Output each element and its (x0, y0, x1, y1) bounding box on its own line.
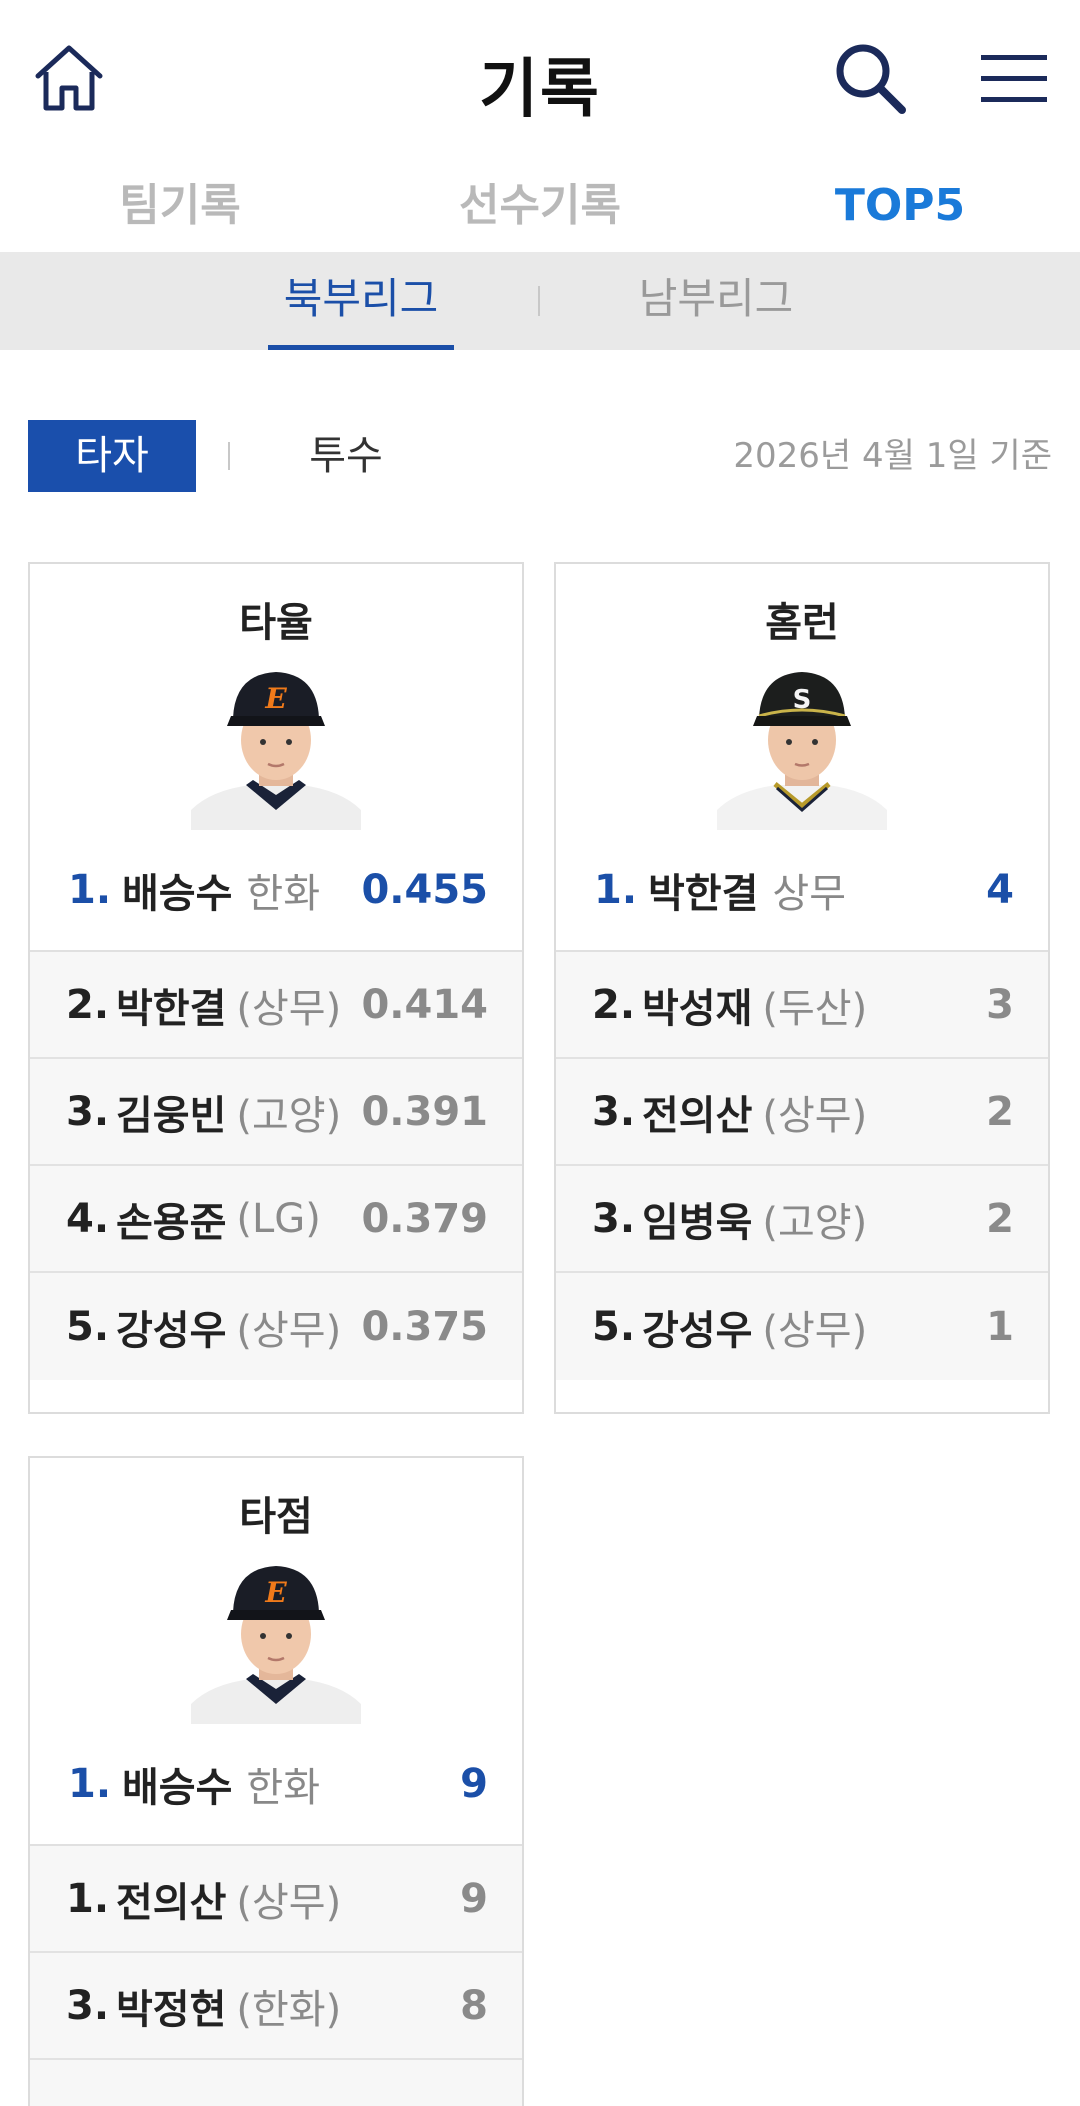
leader-team: 상무 (772, 871, 847, 917)
leader-rank: 1. (594, 867, 638, 913)
rank: 5. (66, 1303, 110, 1350)
tab-team-records[interactable]: 팀기록 (0, 160, 360, 252)
player-photo[interactable]: E (191, 660, 361, 830)
team-name: (상무) (236, 1307, 342, 1354)
table-row[interactable]: 1. 전의산 (상무) 9 (30, 1846, 522, 1953)
stat-value: 2 (986, 1195, 1014, 1242)
page-title: 기록 (479, 53, 601, 127)
team-name: (한화) (236, 1986, 342, 2033)
table-row[interactable] (30, 2060, 522, 2106)
rank: 3. (66, 1088, 110, 1135)
card-title: 타점 (239, 1494, 313, 1540)
leader-name: 배승수 (122, 1765, 233, 1811)
menu-button[interactable] (976, 44, 1052, 114)
stat-card-rbi: 타점 E 1. 배승수 한화 9 1. 전의산 (상무) 9 3. 박정현 (한… (28, 1456, 524, 2106)
rank: 2. (66, 981, 110, 1028)
team-name: (고양) (236, 1092, 342, 1139)
search-icon (836, 44, 906, 114)
leader-row[interactable]: 1. 배승수 한화 9 (30, 1724, 522, 1846)
player-name: 박정현 (116, 1986, 227, 2033)
player-name: 손용준 (116, 1199, 227, 1246)
tab-batter[interactable]: 타자 (28, 420, 196, 492)
table-row[interactable]: 5. 강성우 (상무) 1 (556, 1273, 1048, 1380)
svg-text:E: E (264, 682, 287, 715)
stat-value: 8 (460, 1982, 488, 2029)
rank: 4. (66, 1195, 110, 1242)
rank: 2. (592, 981, 636, 1028)
stat-value: 0.375 (361, 1303, 488, 1350)
team-name: (LG) (236, 1195, 321, 1242)
team-name: (상무) (236, 985, 342, 1032)
leader-rank: 1. (68, 867, 112, 913)
rank: 3. (66, 1982, 110, 2029)
leader-value: 4 (986, 867, 1014, 913)
svg-text:E: E (264, 1576, 287, 1609)
player-name: 김웅빈 (116, 1092, 227, 1139)
tab-pitcher[interactable]: 투수 (276, 420, 416, 492)
as-of-date: 2026년 4월 1일 기준 (733, 436, 1052, 476)
rank: 5. (592, 1303, 636, 1350)
tab-player-records[interactable]: 선수기록 (360, 160, 720, 252)
stat-card-home-runs: 홈런 S 1. 박한결 상무 4 2. 박성재 (두산) 3 3. 전의산 (상… (554, 562, 1050, 1414)
leader-row[interactable]: 1. 박한결 상무 4 (556, 830, 1048, 952)
player-name: 전의산 (642, 1092, 753, 1139)
leader-name: 배승수 (122, 871, 233, 917)
svg-text:S: S (793, 685, 812, 715)
leader-value: 0.455 (361, 867, 488, 913)
table-row[interactable]: 3. 임병욱 (고양) 2 (556, 1166, 1048, 1273)
table-row[interactable]: 4. 손용준 (LG) 0.379 (30, 1166, 522, 1273)
stat-value: 0.391 (361, 1088, 488, 1135)
tab-top5[interactable]: TOP5 (720, 160, 1080, 252)
table-row[interactable]: 3. 박정현 (한화) 8 (30, 1953, 522, 2060)
card-title: 홈런 (765, 600, 839, 646)
player-name: 강성우 (116, 1307, 227, 1354)
stat-value: 0.414 (361, 981, 488, 1028)
team-name: (상무) (236, 1879, 342, 1926)
table-row[interactable]: 3. 전의산 (상무) 2 (556, 1059, 1048, 1166)
rank: 3. (592, 1088, 636, 1135)
stat-value: 3 (986, 981, 1014, 1028)
leader-value: 9 (460, 1761, 488, 1807)
rank: 3. (592, 1195, 636, 1242)
player-photo[interactable]: E (191, 1554, 361, 1724)
position-divider (228, 442, 230, 470)
player-photo[interactable]: S (717, 660, 887, 830)
table-row[interactable]: 2. 박성재 (두산) 3 (556, 952, 1048, 1059)
leader-row[interactable]: 1. 배승수 한화 0.455 (30, 830, 522, 952)
player-name: 임병욱 (642, 1199, 753, 1246)
league-divider (538, 286, 540, 316)
team-name: (고양) (762, 1199, 868, 1246)
leader-name: 박한결 (648, 871, 759, 917)
league-tab-bar: 북부리그 남부리그 (0, 252, 1080, 350)
search-button[interactable] (828, 36, 912, 120)
tab-north-league[interactable]: 북부리그 (268, 252, 454, 350)
stat-value: 9 (460, 1875, 488, 1922)
tab-south-league[interactable]: 남부리그 (628, 252, 804, 350)
stat-value: 0.379 (361, 1195, 488, 1242)
rank: 1. (66, 1875, 110, 1922)
table-row[interactable]: 5. 강성우 (상무) 0.375 (30, 1273, 522, 1380)
leader-team: 한화 (246, 871, 321, 917)
leader-rank: 1. (68, 1761, 112, 1807)
stat-card-batting-average: 타율 E 1. 배승수 한화 0.455 2. 박한결 (상무) 0.414 3… (28, 562, 524, 1414)
app-header: 기록 (0, 0, 1080, 150)
leader-team: 한화 (246, 1765, 321, 1811)
player-name: 전의산 (116, 1879, 227, 1926)
player-name: 강성우 (642, 1307, 753, 1354)
table-row[interactable]: 3. 김웅빈 (고양) 0.391 (30, 1059, 522, 1166)
team-name: (상무) (762, 1307, 868, 1354)
player-name: 박한결 (116, 985, 227, 1032)
card-title: 타율 (239, 600, 313, 646)
team-name: (상무) (762, 1092, 868, 1139)
main-tabs: 팀기록 선수기록 TOP5 (0, 160, 1080, 252)
table-row[interactable]: 2. 박한결 (상무) 0.414 (30, 952, 522, 1059)
stat-value: 1 (986, 1303, 1014, 1350)
player-name: 박성재 (642, 985, 753, 1032)
hamburger-menu-icon (981, 55, 1047, 102)
team-name: (두산) (762, 985, 868, 1032)
position-tabs: 타자 투수 2026년 4월 1일 기준 (0, 420, 1080, 492)
stat-value: 2 (986, 1088, 1014, 1135)
